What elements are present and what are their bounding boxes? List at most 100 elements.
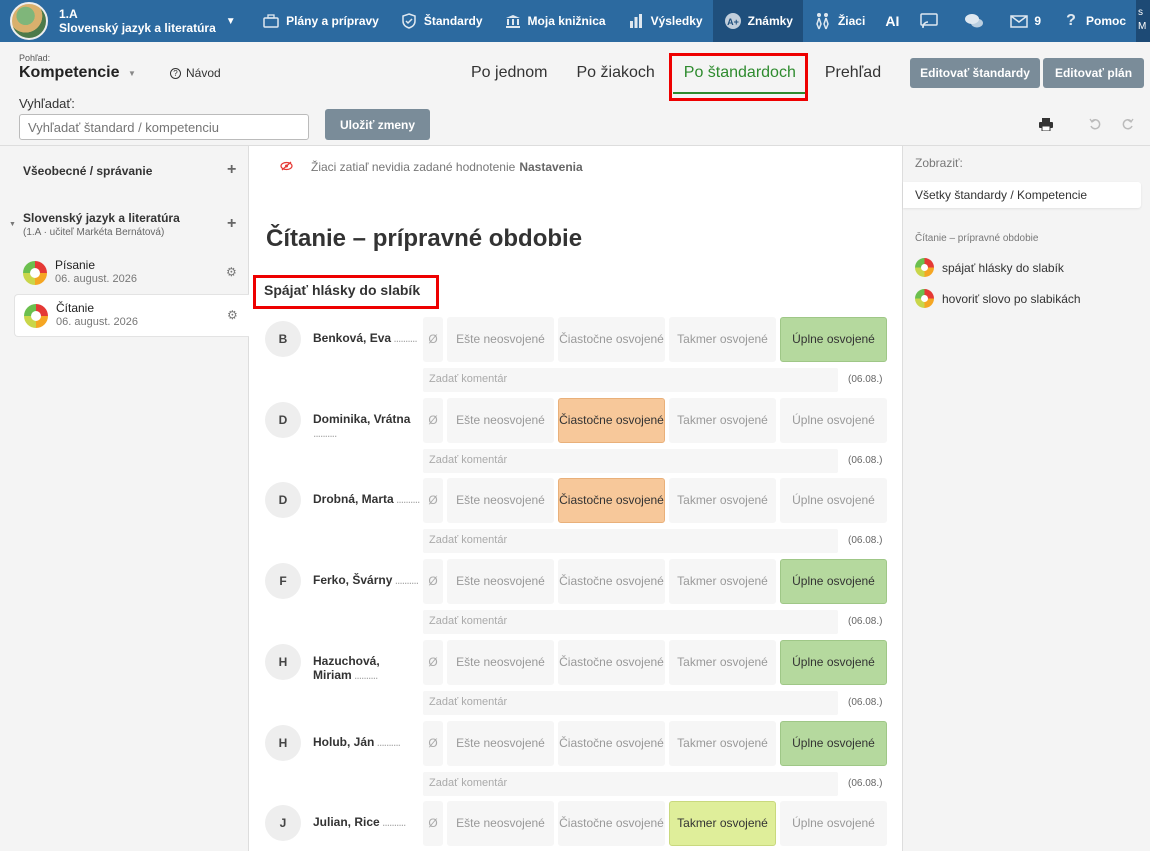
save-changes-button[interactable]: Uložiť zmeny bbox=[325, 109, 430, 140]
standard-title: Spájať hlásky do slabík bbox=[264, 282, 421, 298]
comment-input[interactable]: Zadať komentár bbox=[423, 690, 838, 715]
display-filter-all[interactable]: Všetky štandardy / Kompetencie bbox=[903, 182, 1141, 208]
nav-plans[interactable]: Plány a prípravy bbox=[251, 0, 389, 42]
settings-link[interactable]: Nastavenia bbox=[519, 160, 582, 174]
grade-option-l4[interactable]: Úplne osvojené bbox=[780, 720, 887, 766]
view-selector[interactable]: Kompetencie bbox=[19, 64, 119, 82]
nav-standards[interactable]: Štandardy bbox=[389, 0, 493, 42]
plus-icon[interactable]: + bbox=[227, 161, 236, 179]
grade-option-l3[interactable]: Takmer osvojené bbox=[669, 720, 776, 766]
filter-item[interactable]: hovoriť slovo po slabikách bbox=[915, 289, 1081, 308]
student-row: F Ferko, Švárny .......... Ø Ešte neosvojen… bbox=[265, 559, 887, 640]
comment-input[interactable]: Zadať komentár bbox=[423, 771, 838, 796]
nav-plans-label: Plány a prípravy bbox=[286, 14, 379, 28]
nav-cast[interactable] bbox=[909, 0, 954, 42]
grade-none-button[interactable]: Ø bbox=[423, 720, 443, 766]
grade-option-l4[interactable]: Úplne osvojené bbox=[780, 801, 887, 847]
grade-option-l1[interactable]: Ešte neosvojené bbox=[447, 720, 554, 766]
filter-item-label: hovoriť slovo po slabikách bbox=[942, 291, 1081, 306]
grade-option-l3[interactable]: Takmer osvojené bbox=[669, 397, 776, 443]
section-subject[interactable]: Slovenský jazyk a literatúra bbox=[23, 211, 180, 225]
grade-option-l2[interactable]: Čiastočne osvojené bbox=[558, 317, 665, 362]
cast-icon bbox=[919, 12, 939, 30]
view-label: Pohľad: bbox=[19, 53, 51, 63]
grade-option-l3[interactable]: Takmer osvojené bbox=[669, 639, 776, 685]
nav-standards-label: Štandardy bbox=[423, 14, 483, 28]
student-name-text: Holub, Ján bbox=[313, 734, 375, 749]
comment-input[interactable]: Zadať komentár bbox=[423, 610, 838, 635]
nav-messages[interactable]: 9 bbox=[999, 0, 1051, 42]
mail-icon bbox=[1009, 12, 1029, 30]
grade-none-button[interactable]: Ø bbox=[423, 397, 443, 443]
grade-none-button[interactable]: Ø bbox=[423, 801, 443, 847]
grade-option-l1[interactable]: Ešte neosvojené bbox=[447, 397, 554, 443]
comment-input[interactable]: Zadať komentár bbox=[423, 368, 838, 392]
undo-icon[interactable] bbox=[1087, 116, 1103, 132]
messages-count: 9 bbox=[1034, 14, 1042, 28]
gear-icon[interactable]: ⚙ bbox=[226, 265, 237, 279]
section-subject-info: (1.A · učiteľ Markéta Bernátová) bbox=[23, 227, 165, 238]
grade-option-l3[interactable]: Takmer osvojené bbox=[669, 801, 776, 847]
grade-none-button[interactable]: Ø bbox=[423, 317, 443, 362]
edit-standards-button[interactable]: Editovať štandardy bbox=[910, 58, 1040, 88]
chevron-down-icon[interactable]: ▼ bbox=[128, 69, 136, 78]
filter-item[interactable]: spájať hlásky do slabík bbox=[915, 258, 1064, 277]
grade-option-l1[interactable]: Ešte neosvojené bbox=[447, 317, 554, 362]
grade-option-l3[interactable]: Takmer osvojené bbox=[669, 317, 776, 362]
user-menu[interactable]: s M bbox=[1136, 0, 1150, 42]
grade-option-l1[interactable]: Ešte neosvojené bbox=[447, 559, 554, 605]
grade-option-l4[interactable]: Úplne osvojené bbox=[780, 639, 887, 685]
grade-option-l1[interactable]: Ešte neosvojené bbox=[447, 801, 554, 847]
student-name: Dominika, Vrátna .......... bbox=[313, 412, 421, 440]
tab-po-ziakoch[interactable]: Po žiakoch bbox=[566, 60, 666, 94]
tab-po-jednom[interactable]: Po jednom bbox=[460, 60, 559, 94]
grade-option-l4[interactable]: Úplne osvojené bbox=[780, 559, 887, 605]
print-icon[interactable] bbox=[1038, 116, 1054, 132]
grade-none-button[interactable]: Ø bbox=[423, 639, 443, 685]
grade-option-l3[interactable]: Takmer osvojené bbox=[669, 478, 776, 524]
grade-option-l1[interactable]: Ešte neosvojené bbox=[447, 639, 554, 685]
comment-input[interactable]: Zadať komentár bbox=[423, 529, 838, 554]
list-item-citanie[interactable]: Čítanie 06. august. 2026 ⚙ bbox=[14, 294, 249, 337]
grade-option-l2[interactable]: Čiastočne osvojené bbox=[558, 397, 665, 443]
edit-plan-button[interactable]: Editovať plán bbox=[1043, 58, 1144, 88]
class-switcher[interactable]: 1.A Slovenský jazyk a literatúra ▼ bbox=[0, 0, 251, 42]
student-name: Benková, Eva .......... bbox=[313, 331, 421, 345]
grade-option-l2[interactable]: Čiastočne osvojené bbox=[558, 639, 665, 685]
grade-option-l2[interactable]: Čiastočne osvojené bbox=[558, 559, 665, 605]
chevron-down-icon[interactable]: ▼ bbox=[9, 221, 16, 228]
list-item-pisanie[interactable]: Písanie 06. august. 2026 ⚙ bbox=[14, 252, 249, 295]
nav-grades[interactable]: A+ Známky bbox=[712, 0, 803, 42]
comment-date: (06.08.) bbox=[848, 696, 883, 708]
bar-chart-icon bbox=[626, 12, 646, 30]
grade-option-l4[interactable]: Úplne osvojené bbox=[780, 397, 887, 443]
library-icon bbox=[503, 12, 523, 30]
search-input[interactable] bbox=[19, 114, 309, 140]
eye-off-icon bbox=[280, 160, 293, 174]
grade-none-button[interactable]: Ø bbox=[423, 478, 443, 524]
nav-ai[interactable]: AI bbox=[875, 0, 909, 42]
grade-option-l1[interactable]: Ešte neosvojené bbox=[447, 478, 554, 524]
grade-option-l2[interactable]: Čiastočne osvojené bbox=[558, 720, 665, 766]
tab-prehlad[interactable]: Prehľad bbox=[814, 60, 892, 94]
plus-icon[interactable]: + bbox=[227, 215, 236, 233]
grade-option-l3[interactable]: Takmer osvojené bbox=[669, 559, 776, 605]
comment-input[interactable]: Zadať komentár bbox=[423, 448, 838, 473]
grade-none-button[interactable]: Ø bbox=[423, 559, 443, 605]
nav-students[interactable]: Žiaci bbox=[803, 0, 875, 42]
section-general[interactable]: Všeobecné / správanie bbox=[23, 164, 152, 178]
grade-option-l4[interactable]: Úplne osvojené bbox=[780, 478, 887, 524]
top-navigation-bar: 1.A Slovenský jazyk a literatúra ▼ Plány… bbox=[0, 0, 1150, 42]
nav-library[interactable]: Moja knižnica bbox=[493, 0, 616, 42]
tab-po-standardoch[interactable]: Po štandardoch bbox=[672, 60, 807, 94]
grade-option-l4[interactable]: Úplne osvojené bbox=[780, 317, 887, 362]
nav-chat[interactable] bbox=[954, 0, 999, 42]
help-link[interactable]: ? Návod bbox=[170, 66, 221, 80]
avatar: B bbox=[265, 321, 301, 357]
gear-icon[interactable]: ⚙ bbox=[227, 308, 238, 322]
nav-help[interactable]: ? Pomoc bbox=[1051, 0, 1136, 42]
grade-option-l2[interactable]: Čiastočne osvojené bbox=[558, 478, 665, 524]
nav-results[interactable]: Výsledky bbox=[616, 0, 713, 42]
redo-icon[interactable] bbox=[1120, 116, 1136, 132]
grade-option-l2[interactable]: Čiastočne osvojené bbox=[558, 801, 665, 847]
